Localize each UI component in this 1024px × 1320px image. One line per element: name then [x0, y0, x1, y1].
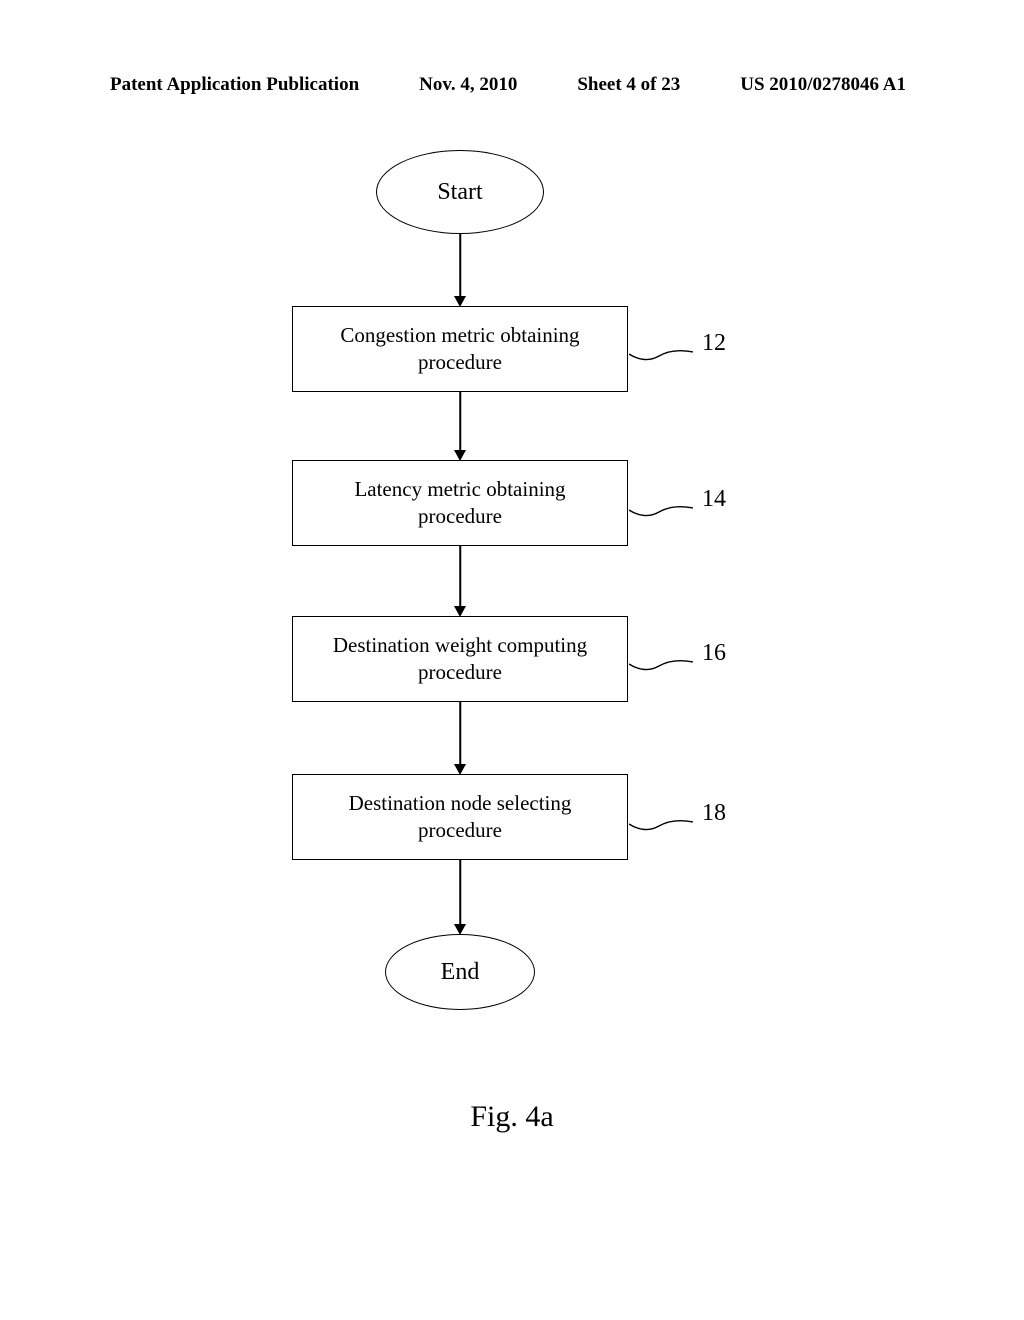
reference-numeral: 12	[702, 330, 726, 357]
callout-line	[629, 344, 693, 364]
reference-numeral: 16	[702, 640, 726, 667]
arrow	[459, 392, 461, 454]
publication-date: Nov. 4, 2010	[419, 74, 517, 96]
process-label: Latency metric obtaining procedure	[311, 476, 609, 531]
end-label: End	[441, 959, 480, 986]
figure-caption: Fig. 4a	[0, 1100, 1024, 1134]
arrow	[459, 860, 461, 928]
callout-line	[629, 500, 693, 520]
callout-line	[629, 654, 693, 674]
sheet-number: Sheet 4 of 23	[577, 74, 680, 96]
arrow	[459, 234, 461, 300]
process-step-12: Congestion metric obtaining procedure	[292, 306, 628, 392]
terminal-start: Start	[376, 150, 544, 234]
arrow	[459, 546, 461, 610]
publication-type: Patent Application Publication	[110, 74, 359, 96]
process-label: Destination weight computing procedure	[311, 632, 609, 687]
callout-line	[629, 814, 693, 834]
reference-numeral: 18	[702, 800, 726, 827]
process-label: Congestion metric obtaining procedure	[311, 322, 609, 377]
process-label: Destination node selecting procedure	[311, 790, 609, 845]
process-step-18: Destination node selecting procedure	[292, 774, 628, 860]
process-step-16: Destination weight computing procedure	[292, 616, 628, 702]
terminal-end: End	[385, 934, 535, 1010]
reference-numeral: 14	[702, 486, 726, 513]
start-label: Start	[437, 179, 482, 206]
publication-number: US 2010/0278046 A1	[740, 74, 906, 96]
process-step-14: Latency metric obtaining procedure	[292, 460, 628, 546]
page-header: Patent Application Publication Nov. 4, 2…	[0, 0, 1024, 96]
arrow	[459, 702, 461, 768]
